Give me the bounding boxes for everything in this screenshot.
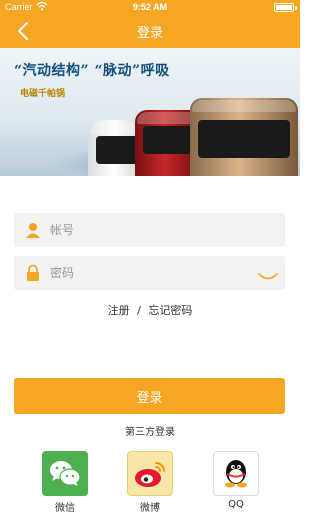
auth-links: 注册 / 忘记密码 bbox=[0, 302, 300, 318]
wechat-label: 微信 bbox=[55, 503, 75, 514]
eye-closed-icon[interactable] bbox=[257, 268, 279, 280]
battery-icon bbox=[274, 3, 294, 12]
promo-banner: “汽动结构” “脉动”呼吸 电磁千帕锅 bbox=[0, 48, 300, 176]
banner-subline: 电磁千帕锅 bbox=[20, 89, 66, 99]
weibo-icon[interactable] bbox=[127, 451, 173, 496]
account-field-container bbox=[14, 213, 285, 247]
password-field-container bbox=[14, 256, 285, 290]
wechat-icon[interactable] bbox=[42, 451, 88, 496]
lock-icon bbox=[24, 264, 42, 282]
qq-label: QQ bbox=[228, 499, 244, 510]
login-button[interactable]: 登录 bbox=[14, 378, 285, 414]
nav-bar: 登录 bbox=[0, 14, 300, 48]
register-link[interactable]: 注册 bbox=[108, 302, 130, 318]
account-input[interactable] bbox=[50, 213, 250, 247]
weibo-label: 微博 bbox=[140, 503, 160, 514]
qq-icon[interactable] bbox=[213, 451, 259, 496]
battery-tip bbox=[295, 6, 297, 10]
page-title: 登录 bbox=[136, 26, 163, 41]
third-party-title: 第三方登录 bbox=[125, 427, 175, 438]
forgot-password-link[interactable]: 忘记密码 bbox=[148, 302, 192, 318]
status-time: 9:52 AM bbox=[132, 2, 168, 12]
link-separator: / bbox=[137, 304, 141, 317]
status-bar: Carrier 9:52 AM bbox=[0, 0, 300, 14]
user-icon bbox=[24, 221, 42, 239]
banner-headline: “汽动结构” “脉动”呼吸 bbox=[14, 63, 170, 79]
gold-cooker-image bbox=[190, 98, 298, 176]
password-input[interactable] bbox=[50, 256, 250, 290]
